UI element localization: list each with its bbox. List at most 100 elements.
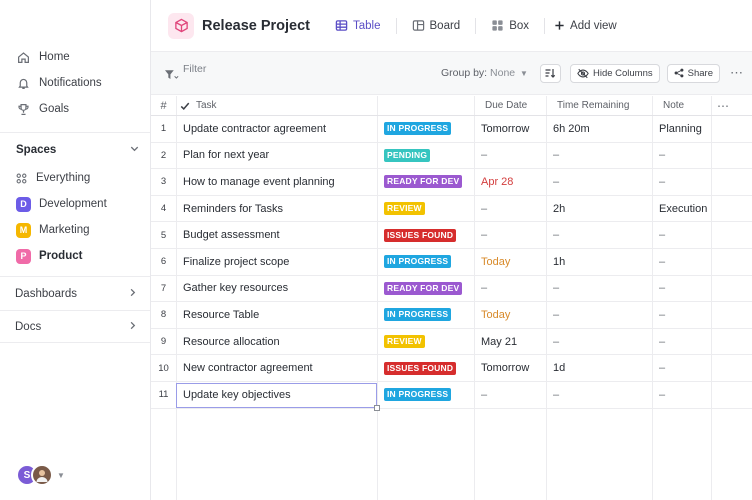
- task-name[interactable]: Plan for next year: [183, 149, 269, 161]
- table-row[interactable]: 1 Update contractor agreement IN PROGRESS T…: [151, 116, 752, 143]
- add-view-button[interactable]: Add view: [549, 20, 622, 32]
- column-header-note[interactable]: Note: [663, 100, 684, 111]
- table-row[interactable]: 5 Budget assessment ISSUES FOUND – – –: [151, 222, 752, 249]
- note[interactable]: –: [659, 256, 665, 268]
- time-remaining[interactable]: –: [553, 282, 559, 294]
- due-date[interactable]: Tomorrow: [481, 123, 529, 135]
- row-number: 9: [160, 336, 167, 348]
- grid-dots-icon: [16, 173, 28, 184]
- task-name[interactable]: Finalize project scope: [183, 256, 289, 268]
- sidebar-item-home[interactable]: Home: [0, 44, 150, 70]
- status-cell[interactable]: READY FOR DEV: [384, 175, 463, 189]
- time-remaining[interactable]: –: [553, 229, 559, 241]
- avatar-photo[interactable]: [31, 464, 53, 486]
- note[interactable]: –: [659, 362, 665, 374]
- table-row[interactable]: 9 Resource allocation REVIEW May 21 – –: [151, 329, 752, 356]
- task-name[interactable]: Update contractor agreement: [183, 123, 326, 135]
- status-cell[interactable]: ISSUES FOUND: [384, 361, 457, 375]
- sort-button[interactable]: [539, 63, 561, 83]
- due-date[interactable]: –: [481, 389, 487, 401]
- task-name[interactable]: Resource allocation: [183, 336, 280, 348]
- time-remaining[interactable]: –: [553, 389, 559, 401]
- caret-down-icon[interactable]: ▼: [57, 471, 65, 480]
- status-cell[interactable]: IN PROGRESS: [384, 308, 452, 322]
- time-remaining[interactable]: –: [553, 309, 559, 321]
- sidebar-item-development[interactable]: D Development: [0, 191, 150, 217]
- user-avatars[interactable]: S ▼: [16, 464, 65, 486]
- sidebar-item-marketing[interactable]: M Marketing: [0, 217, 150, 243]
- table-row[interactable]: 6 Finalize project scope IN PROGRESS Today 1…: [151, 249, 752, 276]
- note[interactable]: –: [659, 176, 665, 188]
- filter-button[interactable]: Filter: [165, 63, 206, 80]
- due-date[interactable]: –: [481, 229, 487, 241]
- spaces-header[interactable]: Spaces: [0, 135, 150, 165]
- tab-table[interactable]: Table: [330, 19, 386, 32]
- time-remaining[interactable]: –: [553, 176, 559, 188]
- sidebar-item-docs[interactable]: Docs: [0, 311, 150, 343]
- sidebar-item-notifications[interactable]: Notifications: [0, 70, 150, 96]
- table-row[interactable]: 8 Resource Table IN PROGRESS Today – –: [151, 302, 752, 329]
- status-cell[interactable]: IN PROGRESS: [384, 388, 452, 402]
- resize-handle[interactable]: [374, 405, 380, 411]
- tab-box[interactable]: Box: [486, 19, 534, 32]
- status-cell[interactable]: IN PROGRESS: [384, 122, 452, 136]
- due-date[interactable]: –: [481, 149, 487, 161]
- note[interactable]: –: [659, 309, 665, 321]
- column-header-due-date[interactable]: Due Date: [485, 100, 527, 111]
- note[interactable]: –: [659, 282, 665, 294]
- note[interactable]: –: [659, 389, 665, 401]
- note[interactable]: –: [659, 229, 665, 241]
- sidebar-item-dashboards[interactable]: Dashboards: [0, 277, 150, 311]
- status-cell[interactable]: READY FOR DEV: [384, 281, 463, 295]
- task-name[interactable]: Gather key resources: [183, 282, 288, 294]
- hide-columns-button[interactable]: Hide Columns: [569, 63, 660, 83]
- task-name[interactable]: New contractor agreement: [183, 362, 313, 374]
- due-date[interactable]: –: [481, 203, 487, 215]
- time-remaining[interactable]: –: [553, 336, 559, 348]
- column-more-icon[interactable]: ⋯: [717, 99, 729, 113]
- note[interactable]: –: [659, 336, 665, 348]
- table-row[interactable]: 2 Plan for next year PENDING – – –: [151, 143, 752, 170]
- column-header-time-remaining[interactable]: Time Remaining: [557, 100, 629, 111]
- sidebar-item-goals[interactable]: Goals: [0, 96, 150, 122]
- table-row[interactable]: 10 New contractor agreement ISSUES FOUND To…: [151, 355, 752, 382]
- table-row[interactable]: 4 Reminders for Tasks REVIEW – 2h Execution: [151, 196, 752, 223]
- sidebar-item-everything[interactable]: Everything: [0, 165, 150, 191]
- sidebar-item-product[interactable]: P Product: [0, 243, 150, 269]
- note[interactable]: Planning: [659, 123, 702, 135]
- time-remaining[interactable]: 2h: [553, 203, 565, 215]
- task-name[interactable]: Resource Table: [183, 309, 259, 321]
- task-name[interactable]: Update key objectives: [183, 389, 291, 401]
- time-remaining[interactable]: 1h: [553, 256, 565, 268]
- due-date[interactable]: –: [481, 282, 487, 294]
- due-date[interactable]: Today: [481, 309, 510, 321]
- table-row[interactable]: 7 Gather key resources READY FOR DEV – – –: [151, 276, 752, 303]
- time-remaining[interactable]: 1d: [553, 362, 565, 374]
- tab-board[interactable]: Board: [407, 19, 466, 32]
- time-remaining[interactable]: 6h 20m: [553, 123, 590, 135]
- chevron-down-icon[interactable]: [129, 143, 140, 157]
- due-date[interactable]: Tomorrow: [481, 362, 529, 374]
- group-by-select[interactable]: Group by: None ▼: [441, 67, 528, 79]
- table-toolbar: Filter Group by: None ▼ Hide Columns Sha…: [151, 52, 752, 95]
- due-date[interactable]: May 21: [481, 336, 517, 348]
- share-button[interactable]: Share: [666, 63, 720, 83]
- more-options-icon[interactable]: ⋯: [730, 65, 744, 81]
- task-name[interactable]: Budget assessment: [183, 229, 280, 241]
- column-header-number[interactable]: #: [151, 100, 176, 112]
- due-date[interactable]: Today: [481, 256, 510, 268]
- status-cell[interactable]: ISSUES FOUND: [384, 228, 457, 242]
- task-name[interactable]: How to manage event planning: [183, 176, 335, 188]
- note[interactable]: –: [659, 149, 665, 161]
- column-header-task[interactable]: Task: [180, 100, 217, 111]
- due-date[interactable]: Apr 28: [481, 176, 513, 188]
- status-cell[interactable]: PENDING: [384, 148, 431, 162]
- table-row[interactable]: 3 How to manage event planning READY FOR D…: [151, 169, 752, 196]
- status-cell[interactable]: IN PROGRESS: [384, 255, 452, 269]
- time-remaining[interactable]: –: [553, 149, 559, 161]
- note[interactable]: Execution: [659, 203, 707, 215]
- table-row[interactable]: 11 Update key objectives IN PROGRESS – – –: [151, 382, 752, 411]
- task-name[interactable]: Reminders for Tasks: [183, 203, 283, 215]
- status-cell[interactable]: REVIEW: [384, 202, 425, 216]
- status-cell[interactable]: REVIEW: [384, 335, 425, 349]
